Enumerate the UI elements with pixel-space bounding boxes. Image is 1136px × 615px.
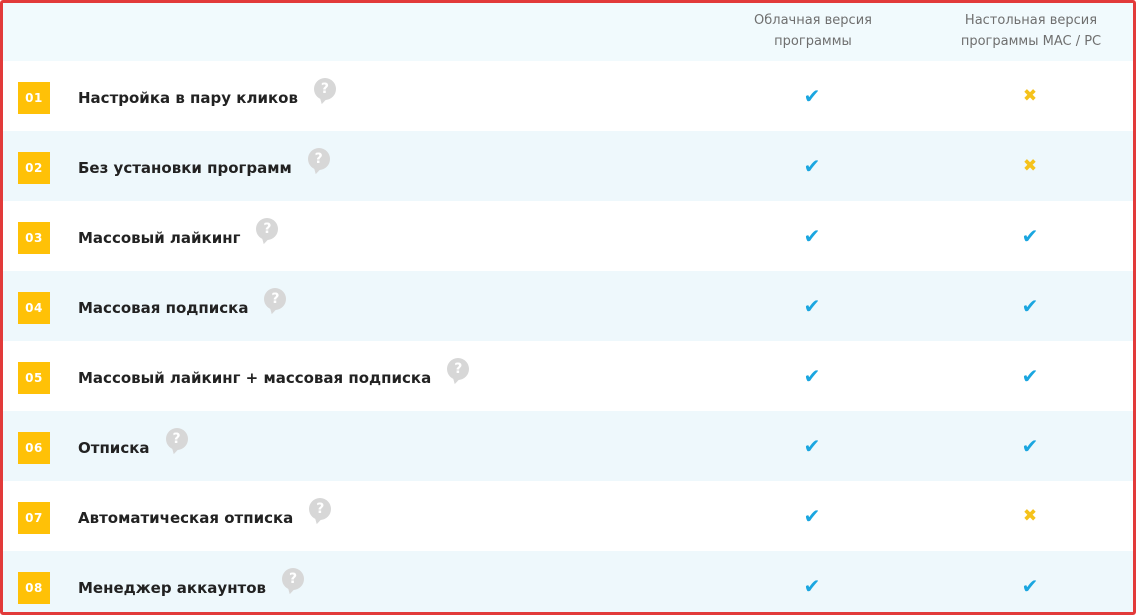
header-cloud-version: Облачная версия программы [713,10,913,52]
table-row: 07 Автоматическая отписка? ✔ ✖ [3,481,1133,551]
check-icon: ✔ [803,224,821,248]
desktop-support-cell: ✖ [1000,61,1060,131]
header-cloud-line2: программы [774,34,852,49]
table-row: 05 Массовый лайкинг + массовая подписка? ✔… [3,341,1133,411]
row-number-badge: 04 [18,292,50,324]
help-icon[interactable]: ? [447,358,470,380]
cloud-support-cell: ✔ [782,131,842,201]
header-cloud-line1: Облачная версия [754,13,872,28]
row-label-wrap: Массовый лайкинг + массовая подписка? [78,341,470,411]
table-row: 01 Настройка в пару кликов? ✔ ✖ [3,61,1133,131]
row-number-badge: 03 [18,222,50,254]
check-icon: ✔ [803,574,821,598]
row-label-wrap: Без установки программ? [78,131,330,201]
table-row: 04 Массовая подписка? ✔ ✔ [3,271,1133,341]
help-icon[interactable]: ? [313,78,336,100]
help-icon[interactable]: ? [307,148,330,170]
feature-label: Без установки программ [78,159,292,177]
table-row: 06 Отписка? ✔ ✔ [3,411,1133,481]
comparison-table: Облачная версия программы Настольная вер… [0,0,1136,615]
feature-label: Массовая подписка [78,299,249,317]
cloud-support-cell: ✔ [782,411,842,481]
help-icon[interactable]: ? [165,428,188,450]
header-desktop-line1: Настольная версия [964,13,1098,28]
check-icon: ✔ [1021,224,1039,248]
desktop-support-cell: ✔ [1000,341,1060,411]
table-row: 03 Массовый лайкинг? ✔ ✔ [3,201,1133,271]
check-icon: ✔ [1021,574,1039,598]
check-icon: ✔ [1021,434,1039,458]
row-label-wrap: Массовый лайкинг? [78,201,279,271]
help-icon[interactable]: ? [309,498,332,520]
cloud-support-cell: ✔ [782,341,842,411]
feature-label: Отписка [78,439,150,457]
desktop-support-cell: ✔ [1000,271,1060,341]
feature-label: Массовый лайкинг [78,229,241,247]
help-icon[interactable]: ? [264,288,287,310]
row-label-wrap: Менеджер аккаунтов? [78,551,305,612]
row-number-badge: 02 [18,152,50,184]
row-label-wrap: Настройка в пару кликов? [78,61,336,131]
header-desktop-line2: программы MAC / PC [960,34,1102,49]
table-row: 08 Менеджер аккаунтов? ✔ ✔ [3,551,1133,612]
table-header: Облачная версия программы Настольная вер… [3,3,1133,61]
header-desktop-version: Настольная версия программы MAC / PC [931,10,1131,52]
check-icon: ✔ [803,434,821,458]
cloud-support-cell: ✔ [782,201,842,271]
help-icon[interactable]: ? [256,218,279,240]
row-label-wrap: Отписка? [78,411,188,481]
desktop-support-cell: ✖ [1000,481,1060,551]
check-icon: ✔ [803,294,821,318]
cross-icon: ✖ [1022,156,1038,176]
desktop-support-cell: ✖ [1000,131,1060,201]
cloud-support-cell: ✔ [782,551,842,612]
cross-icon: ✖ [1022,506,1038,526]
row-label-wrap: Автоматическая отписка? [78,481,332,551]
feature-label: Настройка в пару кликов [78,89,298,107]
table-row: 02 Без установки программ? ✔ ✖ [3,131,1133,201]
feature-label: Менеджер аккаунтов [78,579,267,597]
cloud-support-cell: ✔ [782,481,842,551]
help-icon[interactable]: ? [282,568,305,590]
check-icon: ✔ [803,504,821,528]
row-number-badge: 05 [18,362,50,394]
feature-label: Массовый лайкинг + массовая подписка [78,369,432,387]
cloud-support-cell: ✔ [782,61,842,131]
check-icon: ✔ [1021,294,1039,318]
desktop-support-cell: ✔ [1000,551,1060,612]
row-label-wrap: Массовая подписка? [78,271,287,341]
row-number-badge: 07 [18,502,50,534]
table-body: 01 Настройка в пару кликов? ✔ ✖ 02 Без устано… [3,61,1133,612]
check-icon: ✔ [803,84,821,108]
cross-icon: ✖ [1022,86,1038,106]
desktop-support-cell: ✔ [1000,201,1060,271]
feature-label: Автоматическая отписка [78,509,294,527]
row-number-badge: 06 [18,432,50,464]
check-icon: ✔ [803,364,821,388]
check-icon: ✔ [803,154,821,178]
check-icon: ✔ [1021,364,1039,388]
desktop-support-cell: ✔ [1000,411,1060,481]
row-number-badge: 01 [18,82,50,114]
cloud-support-cell: ✔ [782,271,842,341]
row-number-badge: 08 [18,572,50,604]
